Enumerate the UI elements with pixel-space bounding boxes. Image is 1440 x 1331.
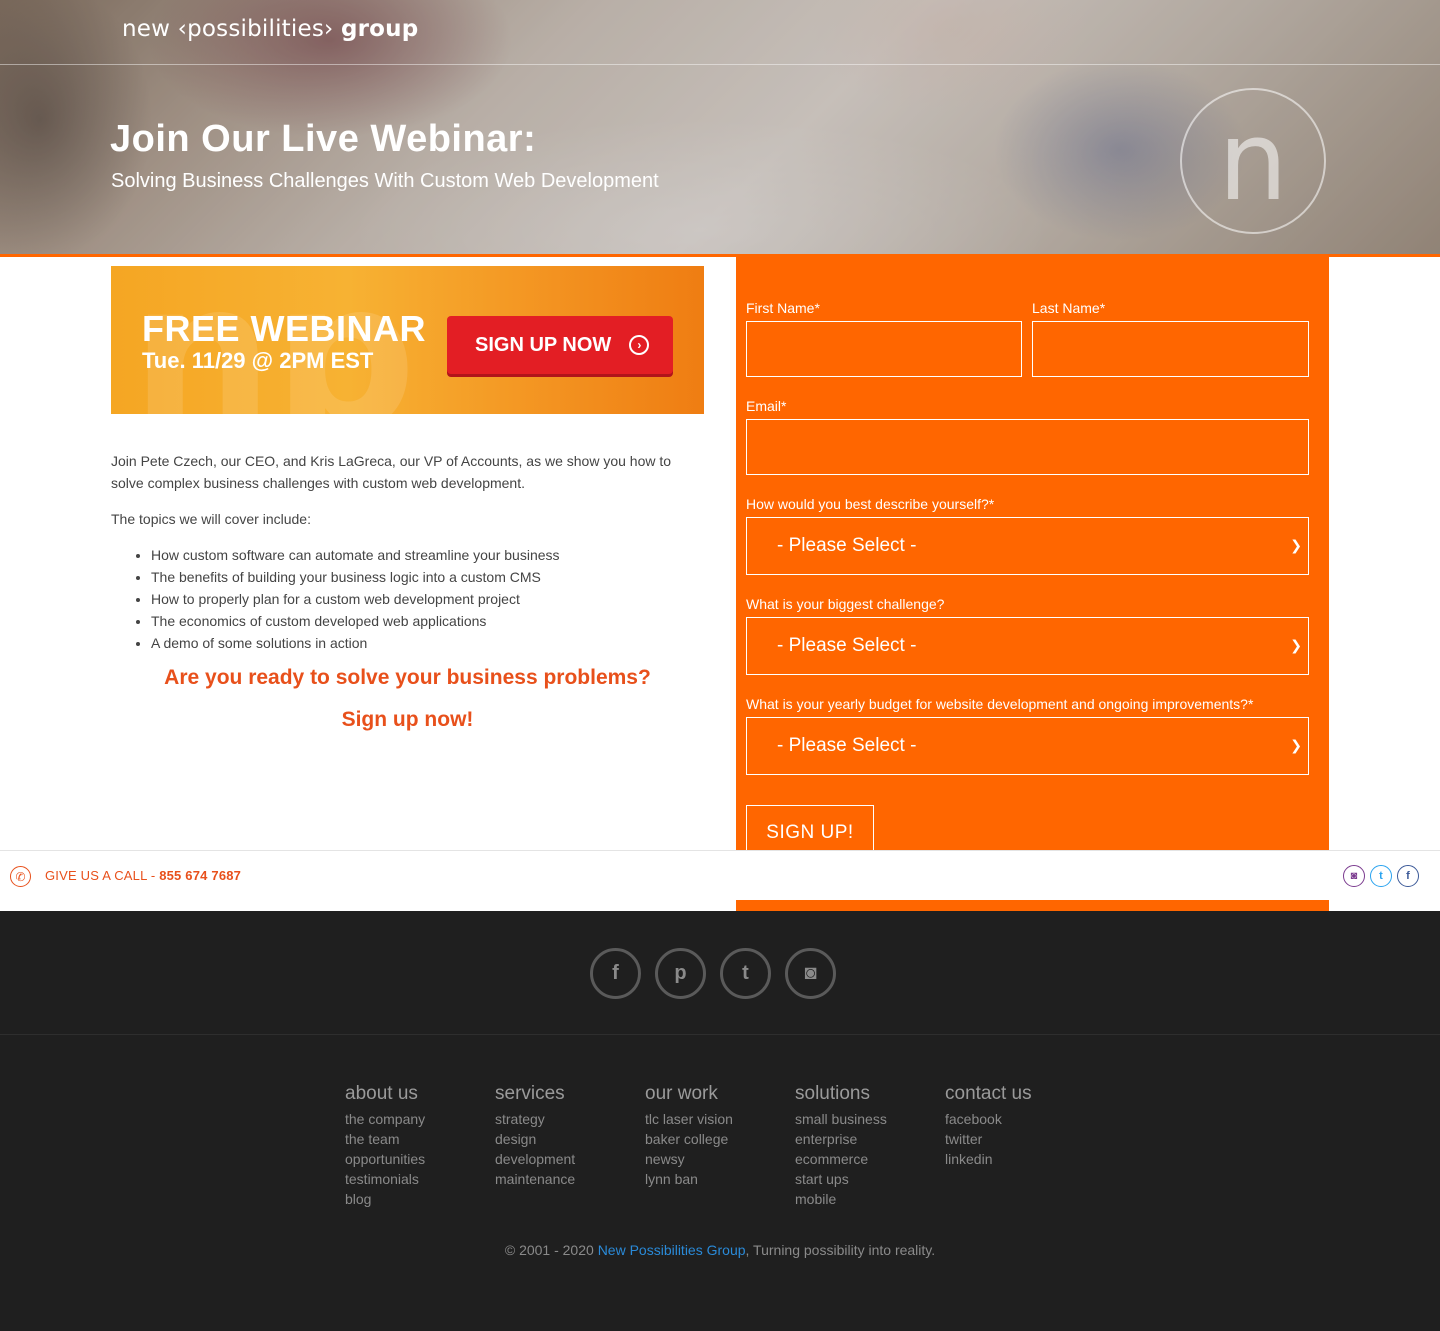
copyright: © 2001 - 2020 New Possibilities Group, T… — [0, 1242, 1440, 1258]
copyright-prefix: © 2001 - 2020 — [504, 1242, 598, 1258]
brand-mark-letter: n — [1218, 97, 1288, 225]
call-us-text: GIVE US A CALL - 855 674 7687 — [45, 868, 241, 883]
footer-link[interactable]: linkedin — [945, 1149, 1032, 1169]
footer-heading[interactable]: services — [495, 1083, 575, 1105]
twitter-icon[interactable]: t — [1370, 865, 1392, 887]
sign-up-now-label: SIGN UP NOW — [475, 333, 612, 356]
facebook-icon[interactable]: f — [1397, 865, 1419, 887]
list-item: The economics of custom developed web ap… — [151, 610, 560, 632]
instagram-icon[interactable]: ◙ — [1343, 865, 1365, 887]
chevron-down-icon: ❯ — [1290, 537, 1302, 553]
logo-bracket-right: › — [324, 16, 334, 42]
footer-link[interactable]: tlc laser vision — [645, 1109, 733, 1129]
hero-banner: new ‹possibilities› group Join Our Live … — [0, 0, 1440, 254]
footer-link[interactable]: opportunities — [345, 1149, 425, 1169]
pinterest-icon[interactable]: p — [655, 948, 706, 999]
chevron-down-icon: ❯ — [1290, 737, 1302, 753]
footer-link[interactable]: baker college — [645, 1129, 733, 1149]
list-item: How custom software can automate and str… — [151, 544, 560, 566]
list-item: A demo of some solutions in action — [151, 632, 560, 654]
call-bar: ✆ GIVE US A CALL - 855 674 7687 ◙ t f — [0, 850, 1440, 900]
biggest-challenge-select[interactable]: - Please Select - ❯ — [746, 617, 1309, 675]
footer-link[interactable]: strategy — [495, 1109, 575, 1129]
describe-yourself-label: How would you best describe yourself?* — [746, 496, 995, 512]
email-field[interactable] — [746, 419, 1309, 475]
page-title: Join Our Live Webinar: — [110, 118, 537, 160]
first-name-label: First Name* — [746, 300, 820, 316]
footer-heading[interactable]: our work — [645, 1083, 733, 1105]
twitter-icon[interactable]: t — [720, 948, 771, 999]
list-item: The benefits of building your business l… — [151, 566, 560, 588]
footer-link[interactable]: the company — [345, 1109, 425, 1129]
footer-link[interactable]: ecommerce — [795, 1149, 887, 1169]
call-us-label: GIVE US A CALL - — [45, 868, 160, 883]
copyright-suffix: , Turning possibility into reality. — [745, 1242, 936, 1258]
chevron-down-icon: ❯ — [1290, 637, 1302, 653]
footer-divider — [0, 1034, 1440, 1035]
footer-link[interactable]: facebook — [945, 1109, 1032, 1129]
banner-title: FREE WEBINAR — [142, 308, 426, 349]
topics-intro: The topics we will cover include: — [111, 511, 311, 527]
logo-bracket-left: ‹ — [177, 16, 188, 42]
facebook-icon[interactable]: f — [590, 948, 641, 999]
footer-column-services: services strategy design development mai… — [495, 1083, 575, 1189]
footer-heading[interactable]: solutions — [795, 1083, 887, 1105]
list-item: How to properly plan for a custom web de… — [151, 588, 560, 610]
footer-column-solutions: solutions small business enterprise ecom… — [795, 1083, 887, 1209]
footer-heading[interactable]: contact us — [945, 1083, 1032, 1105]
phone-icon: ✆ — [10, 866, 31, 887]
footer-link[interactable]: small business — [795, 1109, 887, 1129]
cta-sign-up-link[interactable]: Sign up now! — [111, 708, 704, 732]
footer-link[interactable]: start ups — [795, 1169, 887, 1189]
footer-link[interactable]: blog — [345, 1189, 425, 1209]
intro-paragraph: Join Pete Czech, our CEO, and Kris LaGre… — [111, 453, 672, 491]
footer-link[interactable]: mobile — [795, 1189, 887, 1209]
footer-link[interactable]: maintenance — [495, 1169, 575, 1189]
logo-word-group: group — [340, 16, 419, 42]
site-logo[interactable]: new ‹possibilities› group — [122, 16, 418, 42]
hero-bottom-rule — [0, 254, 1440, 257]
describe-yourself-value: - Please Select - — [777, 535, 917, 556]
chevron-right-circle-icon: › — [629, 335, 650, 355]
phone-number-link[interactable]: 855 674 7687 — [159, 868, 241, 883]
footer-link[interactable]: the team — [345, 1129, 425, 1149]
email-label: Email* — [746, 398, 787, 414]
budget-value: - Please Select - — [777, 735, 917, 756]
site-footer: f p t ◙ about us the company the team op… — [0, 911, 1440, 1331]
page-subtitle: Solving Business Challenges With Custom … — [111, 170, 659, 192]
footer-column-about-us: about us the company the team opportunit… — [345, 1083, 425, 1209]
last-name-field[interactable] — [1032, 321, 1309, 377]
cta-question: Are you ready to solve your business pro… — [164, 666, 651, 689]
free-webinar-banner[interactable]: np FREE WEBINAR Tue. 11/29 @ 2PM EST SIG… — [111, 266, 704, 414]
sign-up-now-button[interactable]: SIGN UP NOW › — [447, 316, 673, 374]
logo-word-possibilities: possibilities — [187, 16, 325, 42]
budget-select[interactable]: - Please Select - ❯ — [746, 717, 1309, 775]
banner-date: Tue. 11/29 @ 2PM EST — [142, 348, 374, 373]
company-link[interactable]: New Possibilities Group — [598, 1242, 746, 1258]
footer-link[interactable]: twitter — [945, 1129, 1032, 1149]
biggest-challenge-label: What is your biggest challenge? — [746, 596, 945, 612]
brand-mark-icon: n — [1180, 88, 1326, 234]
first-name-field[interactable] — [746, 321, 1022, 377]
footer-link[interactable]: testimonials — [345, 1169, 425, 1189]
instagram-icon[interactable]: ◙ — [785, 948, 836, 999]
footer-link[interactable]: newsy — [645, 1149, 733, 1169]
footer-link[interactable]: enterprise — [795, 1129, 887, 1149]
topics-list: How custom software can automate and str… — [151, 544, 560, 654]
last-name-label: Last Name* — [1032, 300, 1106, 316]
footer-link[interactable]: design — [495, 1129, 575, 1149]
footer-link[interactable]: development — [495, 1149, 575, 1169]
budget-label: What is your yearly budget for website d… — [746, 696, 1254, 712]
footer-column-contact-us: contact us facebook twitter linkedin — [945, 1083, 1032, 1169]
describe-yourself-select[interactable]: - Please Select - ❯ — [746, 517, 1309, 575]
footer-link[interactable]: lynn ban — [645, 1169, 733, 1189]
footer-column-our-work: our work tlc laser vision baker college … — [645, 1083, 733, 1189]
logo-word-new: new — [122, 16, 171, 42]
biggest-challenge-value: - Please Select - — [777, 635, 917, 656]
footer-heading[interactable]: about us — [345, 1083, 425, 1105]
header-divider — [0, 64, 1440, 65]
